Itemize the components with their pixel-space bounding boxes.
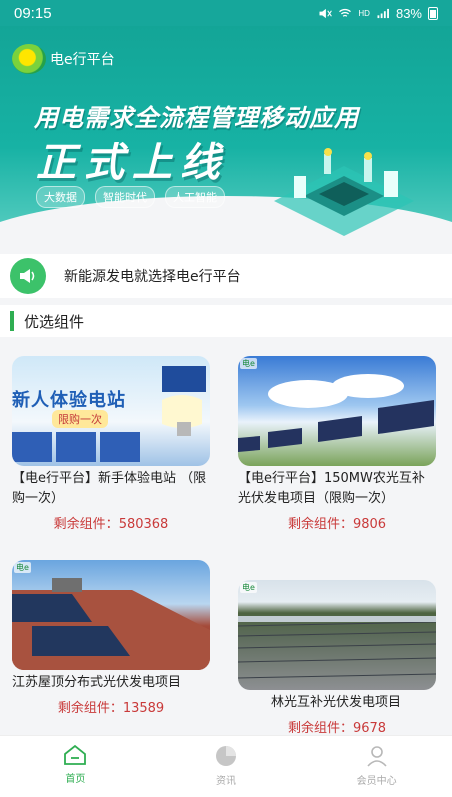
user-icon <box>367 746 387 767</box>
remaining-value: 13589 <box>122 701 165 716</box>
pie-icon <box>216 746 236 766</box>
speaker-icon <box>10 258 46 294</box>
signal-icon <box>377 8 389 18</box>
remaining-label: 剩余组件： <box>287 721 353 736</box>
battery-icon <box>428 6 438 20</box>
notice-bar[interactable]: 新能源发电就选择电e行平台 <box>0 254 452 298</box>
tab-label: 资讯 <box>216 776 236 787</box>
brand-logo <box>12 44 46 74</box>
remaining-label: 剩余组件： <box>287 517 353 532</box>
banner-headline: 用电需求全流程管理移动应用 <box>34 104 359 132</box>
brand-name: 电e行平台 <box>50 52 115 68</box>
product-banner-title: 新人体验电站 <box>12 390 126 411</box>
remaining-value: 580368 <box>118 517 169 532</box>
notice-text: 新能源发电就选择电e行平台 <box>64 269 241 285</box>
isometric-city-illustration <box>274 148 414 236</box>
product-card[interactable]: 电e 江苏屋顶分布式光伏发电项目 剩余组件：13589 <box>12 560 210 716</box>
wifi-icon <box>339 8 352 17</box>
network-label: HD <box>358 8 370 18</box>
tab-label: 首页 <box>65 774 86 785</box>
product-card[interactable]: 电e 【电e行平台】150MW农光互补光伏发电项目（限购一次） 剩余组件：980… <box>238 356 436 532</box>
product-image: 电e <box>238 580 436 690</box>
product-name: 林光互补光伏发电项目 <box>270 695 401 710</box>
tab-member-center[interactable]: 会员中心 <box>301 736 452 797</box>
product-image: 电e <box>12 560 210 670</box>
product-remaining: 剩余组件：13589 <box>12 697 210 716</box>
banner-tag: 智能时代 <box>95 186 155 208</box>
battery-percent: 83% <box>395 5 422 21</box>
status-icons: HD 83% <box>318 6 438 21</box>
mute-icon <box>319 8 333 18</box>
banner-tag: 人工智能 <box>165 186 225 208</box>
section-accent-bar <box>10 311 14 331</box>
tab-label: 会员中心 <box>356 776 397 787</box>
product-remaining: 剩余组件：9806 <box>238 513 436 532</box>
hero-banner[interactable]: 电e行平台 用电需求全流程管理移动应用 正式上线 大数据 智能时代 人工智能 <box>0 26 452 246</box>
remaining-label: 剩余组件： <box>53 517 119 532</box>
product-banner-sub: 限购一次 <box>52 410 108 428</box>
home-icon <box>64 744 87 765</box>
banner-headline-2: 正式上线 <box>36 140 228 186</box>
product-logo: 电e <box>240 358 257 369</box>
status-bar: 09:15 HD 83% <box>0 0 452 26</box>
banner-tags: 大数据 智能时代 人工智能 <box>36 186 225 208</box>
section-title: 优选组件 <box>24 312 85 331</box>
product-card[interactable]: 新人体验电站 限购一次 【电e行平台】新手体验电站 （限购一次） 剩余组件：58… <box>12 356 210 532</box>
remaining-value: 9806 <box>352 517 387 532</box>
product-remaining: 剩余组件：9678 <box>238 717 436 736</box>
product-remaining: 剩余组件：580368 <box>12 513 210 532</box>
banner-tag: 大数据 <box>36 186 85 208</box>
bottom-tab-bar: 首页 资讯 会员中心 <box>0 735 452 797</box>
tab-news[interactable]: 资讯 <box>151 736 302 797</box>
product-card[interactable]: 电e 林光互补光伏发电项目 剩余组件：9678 <box>238 580 436 736</box>
brand: 电e行平台 <box>12 44 115 74</box>
remaining-value: 9678 <box>352 721 387 736</box>
product-name: 【电e行平台】150MW农光互补光伏发电项目（限购一次） <box>238 471 425 506</box>
remaining-label: 剩余组件： <box>57 701 123 716</box>
product-logo: 电e <box>240 582 257 593</box>
product-logo: 电e <box>14 562 31 573</box>
product-image: 新人体验电站 限购一次 <box>12 356 210 466</box>
product-image: 电e <box>238 356 436 466</box>
tab-home[interactable]: 首页 <box>0 736 151 797</box>
section-header: 优选组件 <box>0 305 452 337</box>
product-name: 江苏屋顶分布式光伏发电项目 <box>12 675 182 690</box>
product-name: 【电e行平台】新手体验电站 （限购一次） <box>12 471 207 506</box>
status-time: 09:15 <box>14 4 52 22</box>
